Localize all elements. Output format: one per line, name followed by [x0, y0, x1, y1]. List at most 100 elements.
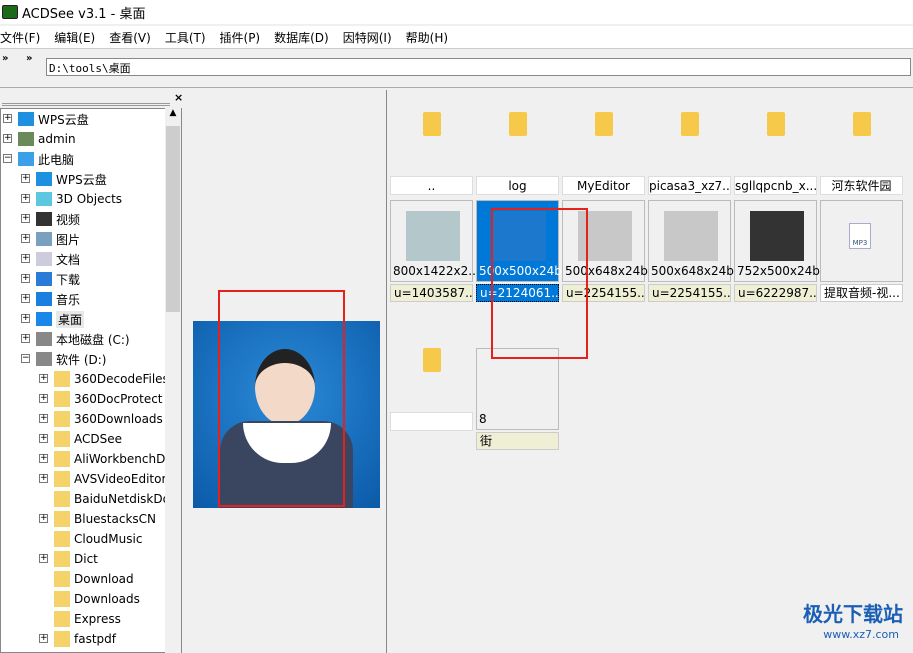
expand-toggle[interactable]: +	[39, 514, 48, 523]
file-name[interactable]: u=6222987...	[734, 284, 817, 302]
folder-label[interactable]: log	[476, 176, 559, 195]
menu-item[interactable]: 数据库(D)	[274, 29, 329, 46]
tree-item[interactable]: 桌面	[36, 309, 85, 329]
drive-icon	[36, 332, 52, 346]
tree-item[interactable]: 视频	[36, 209, 80, 229]
file-list[interactable]: .. log MyEditor picasa3_xz7.... sgllqpcnb_x.…	[386, 90, 913, 653]
menu-item[interactable]: 文件(F)	[0, 29, 40, 46]
tree-item[interactable]: 360DecodeFiles	[54, 369, 169, 389]
tree-item[interactable]: 360DocProtect	[54, 389, 163, 409]
tree-item[interactable]: AVSVideoEditor	[54, 469, 166, 489]
tree-item[interactable]: AliWorkbenchD	[54, 449, 165, 469]
file-thumbnail[interactable]: 800x1422x2...	[390, 200, 480, 282]
folder-label[interactable]: 河东软件园	[820, 176, 903, 195]
folder-label[interactable]: sgllqpcnb_x...	[734, 176, 817, 195]
file-thumbnail[interactable]: 752x500x24b	[734, 200, 820, 282]
tree-item[interactable]: 3D Objects	[36, 189, 122, 209]
tree-item[interactable]: BaiduNetdiskDo	[54, 489, 170, 509]
folder-icon[interactable]	[509, 112, 527, 136]
expand-toggle[interactable]: +	[21, 314, 30, 323]
tree-item[interactable]: admin	[18, 129, 76, 149]
folder-tree[interactable]: + WPS云盘 + admin − 此电脑 + WPS云盘 +3D Objects + 视频 + 图片 +…	[0, 108, 182, 653]
menu-item[interactable]: 插件(P)	[220, 29, 261, 46]
tree-item[interactable]: CloudMusic	[54, 529, 142, 549]
menu-item[interactable]: 编辑(E)	[54, 29, 95, 46]
tree-panel-close-button[interactable]: ×	[174, 91, 183, 104]
tree-item-label: BaiduNetdiskDo	[74, 492, 170, 506]
file-name[interactable]: u=1403587...	[390, 284, 473, 302]
folder-icon[interactable]	[595, 112, 613, 136]
expand-toggle[interactable]: +	[21, 234, 30, 243]
expand-toggle[interactable]: +	[39, 474, 48, 483]
menu-item[interactable]: 因特网(I)	[343, 29, 392, 46]
tree-item[interactable]: 本地磁盘 (C:)	[36, 329, 130, 349]
expand-toggle[interactable]: +	[39, 374, 48, 383]
file-name[interactable]: 提取音频-视...	[820, 284, 903, 302]
file-thumbnail[interactable]: MP3	[820, 200, 903, 282]
expand-toggle[interactable]: +	[21, 214, 30, 223]
tree-item-label: 360DocProtect	[74, 392, 163, 406]
expand-toggle[interactable]: +	[39, 434, 48, 443]
tree-item[interactable]: Express	[54, 609, 121, 629]
tree-item[interactable]: 图片	[36, 229, 80, 249]
tree-item[interactable]: 下载	[36, 269, 80, 289]
expand-toggle[interactable]: +	[3, 134, 12, 143]
folder-icon[interactable]	[423, 348, 441, 372]
expand-toggle[interactable]: +	[21, 174, 30, 183]
tree-item[interactable]: Dict	[54, 549, 98, 569]
tree-item[interactable]: 360Downloads	[54, 409, 163, 429]
tree-item[interactable]: Downloads	[54, 589, 140, 609]
folder-icon[interactable]	[767, 112, 785, 136]
tree-item[interactable]: BluestacksCN	[54, 509, 156, 529]
folder-icon[interactable]	[853, 112, 871, 136]
app-logo-icon	[2, 5, 18, 19]
folder-label[interactable]	[390, 412, 473, 431]
tree-item[interactable]: 软件 (D:)	[36, 349, 106, 369]
expand-toggle[interactable]: +	[39, 454, 48, 463]
tree-item[interactable]: 音乐	[36, 289, 80, 309]
expand-toggle[interactable]: +	[39, 394, 48, 403]
address-input[interactable]: D:\tools\桌面	[46, 58, 911, 76]
tree-item[interactable]: fastpdf	[54, 629, 116, 649]
expand-toggle[interactable]: −	[21, 354, 30, 363]
tree-item[interactable]: WPS云盘	[18, 109, 89, 129]
folder-icon[interactable]	[423, 112, 441, 136]
file-name[interactable]: u=2254155...	[648, 284, 731, 302]
folder-label[interactable]: ..	[390, 176, 473, 195]
tree-item[interactable]: 文档	[36, 249, 80, 269]
tree-scrollbar-thumb[interactable]	[166, 126, 180, 312]
tree-item[interactable]: 此电脑	[18, 149, 74, 169]
expand-toggle[interactable]: +	[21, 274, 30, 283]
menu-item[interactable]: 查看(V)	[109, 29, 151, 46]
document-icon	[36, 252, 52, 266]
scroll-up-arrow-icon[interactable]: ▲	[165, 108, 181, 118]
tree-item[interactable]: Download	[54, 569, 134, 589]
folder-label[interactable]: picasa3_xz7....	[648, 176, 731, 195]
file-name[interactable]: 街	[476, 432, 559, 450]
folder-label[interactable]: MyEditor	[562, 176, 645, 195]
expand-toggle[interactable]: −	[3, 154, 12, 163]
expand-toggle[interactable]: +	[21, 334, 30, 343]
file-thumbnail[interactable]: 500x648x24b	[648, 200, 734, 282]
expand-toggle[interactable]: +	[21, 254, 30, 263]
expand-toggle[interactable]: +	[39, 554, 48, 563]
expand-toggle[interactable]: +	[3, 114, 12, 123]
tree-panel-grip[interactable]	[2, 94, 170, 106]
tree-item[interactable]: WPS云盘	[36, 169, 107, 189]
menu-item[interactable]: 工具(T)	[165, 29, 206, 46]
tree-item-label: Dict	[74, 552, 98, 566]
menu-item[interactable]: 帮助(H)	[406, 29, 448, 46]
tree-item-label: AVSVideoEditor	[74, 472, 167, 486]
folder-icon[interactable]	[681, 112, 699, 136]
file-thumbnail[interactable]: 8	[476, 348, 559, 430]
toolbar-chevron-button[interactable]: »	[26, 53, 32, 64]
folder-icon	[54, 511, 70, 527]
expand-toggle[interactable]: +	[21, 194, 30, 203]
mp3-file-icon: MP3	[849, 223, 871, 249]
expand-toggle[interactable]: +	[39, 414, 48, 423]
expand-toggle[interactable]: +	[39, 634, 48, 643]
tree-item[interactable]: ACDSee	[54, 429, 122, 449]
toolbar-chevron-button[interactable]: »	[2, 53, 8, 64]
folder-icon	[54, 531, 70, 547]
expand-toggle[interactable]: +	[21, 294, 30, 303]
